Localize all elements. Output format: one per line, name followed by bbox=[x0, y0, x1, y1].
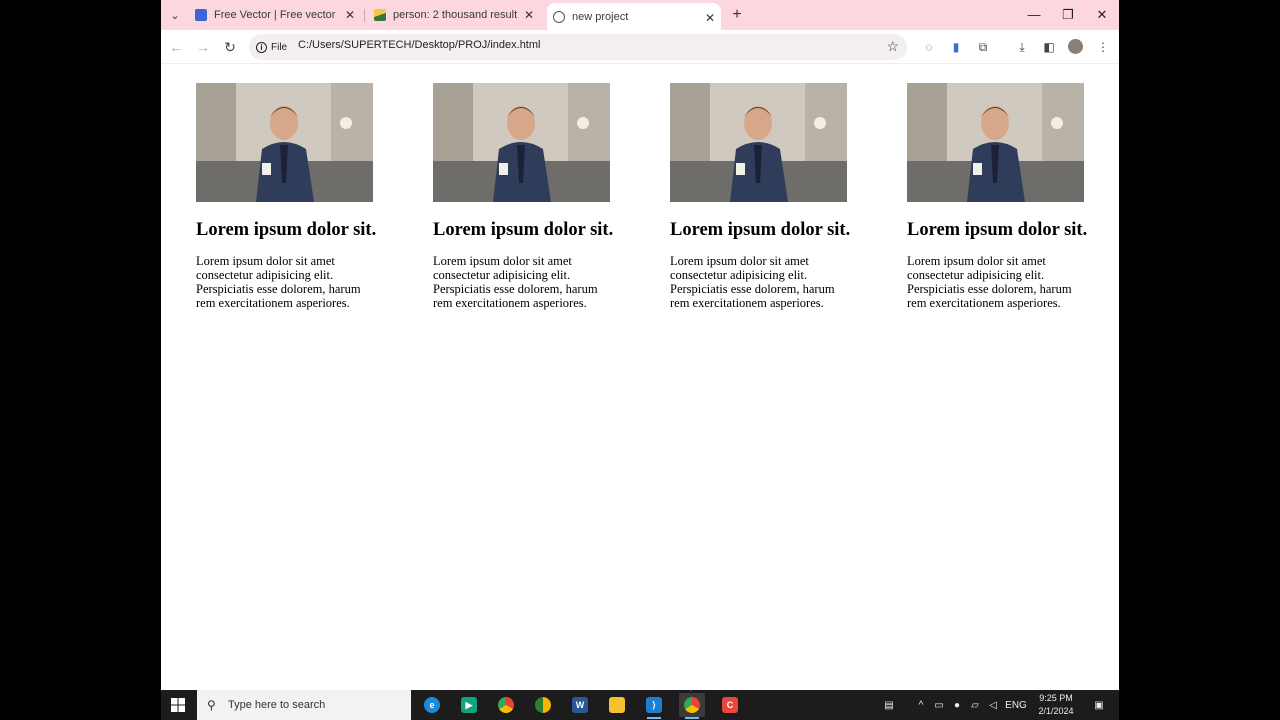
side-panel-icon[interactable]: ◧ bbox=[1039, 37, 1059, 57]
card: Lorem ipsum dolor sit. Lorem ipsum dolor… bbox=[907, 83, 1097, 310]
forward-button[interactable]: → bbox=[192, 36, 214, 58]
clock-time: 9:25 PM bbox=[1039, 693, 1073, 703]
browser-window: ⌄ Free Vector | Free vector minim ✕ pers… bbox=[161, 0, 1119, 690]
search-icon: ⚲ bbox=[207, 697, 216, 712]
tab-title: person: 2 thousand results foun bbox=[393, 9, 517, 21]
tab-pixabay[interactable]: person: 2 thousand results foun ✕ bbox=[374, 0, 540, 30]
close-tab-icon[interactable]: ✕ bbox=[522, 8, 536, 22]
more-menu-icon[interactable]: ⋮ bbox=[1093, 37, 1113, 57]
chrome-profile-icon[interactable] bbox=[679, 693, 705, 719]
close-tab-icon[interactable]: ✕ bbox=[343, 8, 357, 22]
card-text: Lorem ipsum dolor sit amet consectetur a… bbox=[433, 254, 598, 310]
taskbar: ⚲ Type here to search e ▶ W ⟩ C ▤ ^ ▭ ● … bbox=[161, 690, 1119, 720]
file-explorer-icon[interactable] bbox=[604, 693, 630, 717]
card-image bbox=[907, 83, 1084, 202]
card: Lorem ipsum dolor sit. Lorem ipsum dolor… bbox=[670, 83, 860, 310]
desktop: ⌄ Free Vector | Free vector minim ✕ pers… bbox=[0, 0, 1280, 720]
clock[interactable]: 9:25 PM 2/1/2024 bbox=[1027, 692, 1085, 718]
url-text[interactable]: C:/Users/SUPERTECH/Desktop/PROJ/index.ht… bbox=[298, 39, 540, 51]
search-placeholder: Type here to search bbox=[228, 699, 326, 711]
extension-circle-icon[interactable]: ◌ bbox=[919, 37, 939, 57]
meet-icon[interactable]: ▶ bbox=[456, 693, 482, 717]
reload-button[interactable]: ↻ bbox=[219, 36, 241, 58]
downloads-icon[interactable]: ⤓ bbox=[1012, 37, 1032, 57]
card-text: Lorem ipsum dolor sit amet consectetur a… bbox=[196, 254, 361, 310]
extension-doc-icon[interactable]: ▮ bbox=[946, 37, 966, 57]
vscode-icon[interactable]: ⟩ bbox=[641, 693, 667, 719]
card-heading: Lorem ipsum dolor sit. bbox=[433, 220, 614, 240]
card-text: Lorem ipsum dolor sit amet consectetur a… bbox=[670, 254, 835, 310]
back-button[interactable]: ← bbox=[165, 36, 187, 58]
new-tab-button[interactable]: + bbox=[727, 5, 747, 25]
tab-strip: ⌄ Free Vector | Free vector minim ✕ pers… bbox=[161, 0, 1119, 30]
close-window-button[interactable]: ✕ bbox=[1085, 0, 1119, 30]
card-image bbox=[670, 83, 847, 202]
card-heading: Lorem ipsum dolor sit. bbox=[670, 220, 851, 240]
close-tab-icon[interactable]: ✕ bbox=[703, 11, 717, 25]
card-image bbox=[196, 83, 373, 202]
card-heading: Lorem ipsum dolor sit. bbox=[196, 220, 377, 240]
tab-search-button[interactable]: ⌄ bbox=[165, 5, 185, 25]
scheme-label: File bbox=[271, 41, 288, 53]
tab-new-project[interactable]: new project ✕ bbox=[547, 3, 721, 30]
site-info-button[interactable]: i File bbox=[256, 39, 287, 55]
word-icon[interactable]: W bbox=[567, 693, 593, 717]
network-icon[interactable]: ▱ bbox=[967, 690, 983, 720]
card-heading: Lorem ipsum dolor sit. bbox=[907, 220, 1088, 240]
card: Lorem ipsum dolor sit. Lorem ipsum dolor… bbox=[433, 83, 623, 310]
tab-title: new project bbox=[572, 10, 629, 23]
language-indicator[interactable]: ENG bbox=[1003, 690, 1029, 720]
card-text: Lorem ipsum dolor sit amet consectetur a… bbox=[907, 254, 1072, 310]
bookmark-star-icon[interactable]: ☆ bbox=[886, 38, 899, 55]
card-image bbox=[433, 83, 610, 202]
profile-avatar[interactable] bbox=[1066, 37, 1086, 57]
windows-logo-icon bbox=[171, 698, 185, 712]
address-bar[interactable]: i File C:/Users/SUPERTECH/Desktop/PROJ/i… bbox=[249, 34, 907, 60]
card: Lorem ipsum dolor sit. Lorem ipsum dolor… bbox=[196, 83, 386, 310]
news-widget-icon[interactable]: ▤ bbox=[877, 690, 901, 720]
pixabay-icon bbox=[374, 9, 386, 21]
tab-freepik[interactable]: Free Vector | Free vector minim ✕ bbox=[195, 0, 361, 30]
page-content: Lorem ipsum dolor sit. Lorem ipsum dolor… bbox=[161, 65, 1119, 690]
tab-title: Free Vector | Free vector minim bbox=[214, 9, 338, 21]
taskbar-search-box[interactable]: ⚲ Type here to search bbox=[197, 690, 411, 720]
browser-toolbar: ← → ↻ i File C:/Users/SUPERTECH/Desktop/… bbox=[161, 30, 1119, 64]
globe-icon bbox=[553, 10, 565, 23]
show-hidden-icons[interactable]: ^ bbox=[913, 690, 929, 720]
notifications-icon[interactable]: ▣ bbox=[1087, 690, 1111, 720]
freepik-icon bbox=[195, 9, 207, 21]
tab-divider bbox=[364, 9, 365, 22]
chrome-canary-icon[interactable] bbox=[530, 693, 556, 717]
microphone-icon[interactable]: ● bbox=[949, 690, 965, 720]
canva-icon[interactable]: C bbox=[717, 693, 743, 717]
info-icon: i bbox=[256, 41, 267, 53]
minimize-button[interactable]: — bbox=[1017, 0, 1051, 30]
clock-date: 2/1/2024 bbox=[1038, 706, 1074, 716]
chrome-icon[interactable] bbox=[493, 693, 519, 717]
start-button[interactable] bbox=[161, 690, 195, 720]
extensions-puzzle-icon[interactable]: ⧉ bbox=[973, 37, 993, 57]
device-icon[interactable]: ▭ bbox=[931, 690, 947, 720]
edge-icon[interactable]: e bbox=[419, 693, 445, 717]
volume-icon[interactable]: ◁ bbox=[985, 690, 1001, 720]
restore-button[interactable]: ❐ bbox=[1051, 0, 1085, 30]
